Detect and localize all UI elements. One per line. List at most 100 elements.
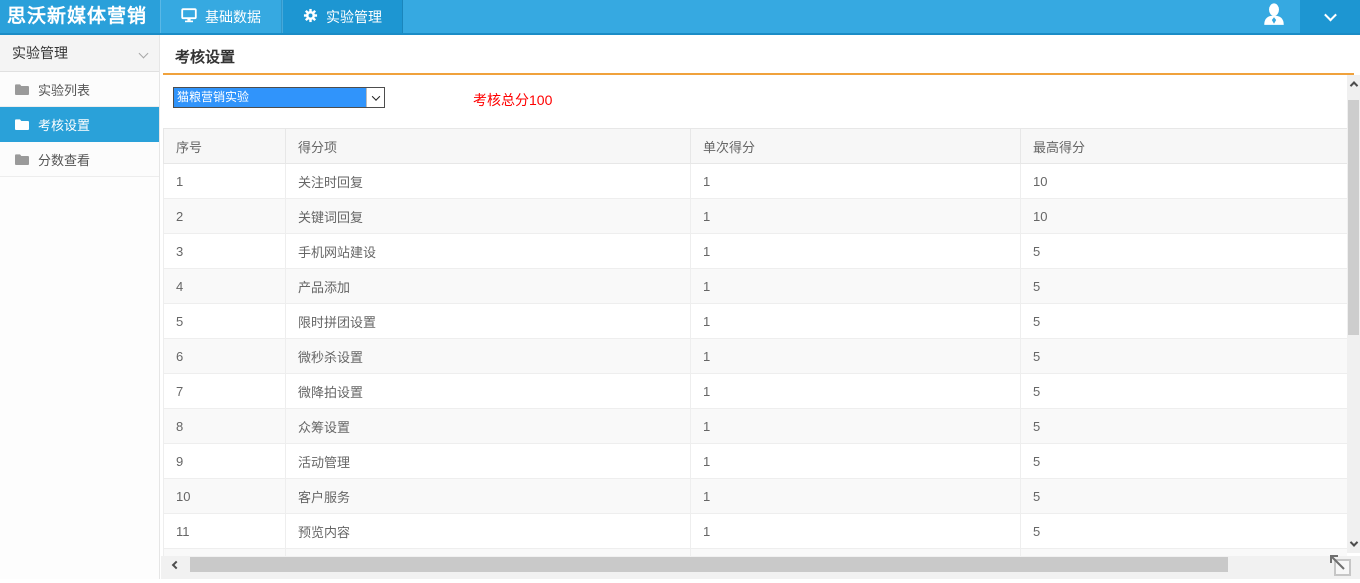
tab-label: 基础数据 [205, 8, 261, 25]
chevron-down-icon [1349, 538, 1358, 547]
table-cell: 1 [690, 303, 1021, 339]
table-row: 1 关注时回复 1 10 [163, 163, 1347, 199]
sidebar-menu: 实验列表考核设置分数查看 [0, 72, 159, 177]
page-title: 考核设置 [175, 49, 236, 66]
table-header-row: 序号 得分项 单次得分 最高得分 [163, 128, 1347, 164]
tab-basic-data[interactable]: 基础数据 [160, 0, 282, 33]
table-cell: 1 [690, 478, 1021, 514]
table-row: 8 众筹设置 1 5 [163, 408, 1347, 444]
sidebar-item-1[interactable]: 考核设置 [0, 107, 159, 142]
table-cell: 产品添加 [285, 268, 691, 304]
table-cell: 9 [163, 443, 286, 479]
column-header: 最高得分 [1020, 128, 1347, 164]
table-cell: 手机网站建设 [285, 233, 691, 269]
table-row: 2 关键词回复 1 10 [163, 198, 1347, 234]
tab-label: 实验管理 [326, 8, 382, 25]
table-cell: 1 [690, 513, 1021, 549]
table-cell: 8 [163, 408, 286, 444]
table-cell: 微降拍设置 [285, 373, 691, 409]
table-cell: 1 [690, 268, 1021, 304]
table-row-partial [163, 548, 1347, 556]
table-cell: 众筹设置 [285, 408, 691, 444]
table-cell: 关注时回复 [285, 163, 691, 199]
table-row: 9 活动管理 1 5 [163, 443, 1347, 479]
scroll-down-button[interactable] [1347, 537, 1360, 551]
table-row: 11 预览内容 1 5 [163, 513, 1347, 549]
sidebar-item-label: 分数查看 [38, 152, 91, 168]
experiment-select[interactable]: 猫粮营销实验 [173, 87, 385, 108]
column-header: 序号 [163, 128, 286, 164]
table-cell: 关键词回复 [285, 198, 691, 234]
table-cell: 10 [163, 478, 286, 514]
table-cell [690, 548, 1021, 556]
table-cell: 5 [163, 303, 286, 339]
vertical-scrollbar-thumb[interactable] [1348, 100, 1359, 335]
table-cell: 5 [1020, 233, 1347, 269]
table-cell: 11 [163, 513, 286, 549]
table-cell: 客户服务 [285, 478, 691, 514]
sidebar-group-experiment-management[interactable]: 实验管理 [0, 35, 159, 72]
chevron-down-icon [371, 91, 380, 101]
tab-experiment-management[interactable]: 实验管理 [282, 0, 403, 33]
table-cell: 5 [1020, 513, 1347, 549]
scrollable-panel: 猫粮营销实验 考核总分100 序号 得分项 单次得分 最高得分 1 关注时回复 1 10 2 关… [161, 75, 1347, 556]
experiment-select-value: 猫粮营销实验 [174, 88, 366, 107]
table-row: 6 微秒杀设置 1 5 [163, 338, 1347, 374]
sidebar-item-label: 实验列表 [38, 82, 91, 98]
score-settings-table: 序号 得分项 单次得分 最高得分 1 关注时回复 1 10 2 关键词回复 1 10 3 手机网站建设 1… [163, 128, 1347, 556]
table-cell: 5 [1020, 478, 1347, 514]
horizontal-scrollbar-thumb[interactable] [190, 557, 1228, 572]
column-header: 得分项 [285, 128, 691, 164]
folder-icon [15, 83, 29, 95]
table-cell: 限时拼团设置 [285, 303, 691, 339]
table-cell: 预览内容 [285, 513, 691, 549]
monitor-icon [181, 7, 197, 26]
chevron-down-icon [138, 48, 149, 58]
folder-icon [15, 153, 29, 165]
table-cell: 活动管理 [285, 443, 691, 479]
main-content: 考核设置 猫粮营销实验 考核总分100 序号 得分项 单次得分 最高得分 1 关注时回复… [161, 35, 1360, 579]
top-navigation-bar: 思沃新媒体营销 基础数据 实验管理 [0, 0, 1360, 35]
table-row: 3 手机网站建设 1 5 [163, 233, 1347, 269]
user-icon [1261, 1, 1287, 32]
table-body: 1 关注时回复 1 10 2 关键词回复 1 10 3 手机网站建设 1 5 4 产品添加 1 5 5 限时拼团设… [163, 163, 1347, 556]
scroll-up-button[interactable] [1347, 77, 1360, 91]
table-cell: 6 [163, 338, 286, 374]
sidebar-item-label: 考核设置 [38, 117, 91, 133]
select-dropdown-button[interactable] [366, 88, 384, 107]
table-cell [1020, 548, 1347, 556]
table-cell: 1 [690, 233, 1021, 269]
horizontal-scrollbar[interactable] [161, 556, 1347, 573]
app-logo: 思沃新媒体营销 [0, 0, 160, 33]
scroll-left-button[interactable] [167, 556, 184, 573]
table-cell: 7 [163, 373, 286, 409]
table-cell [163, 548, 286, 556]
table-cell [285, 548, 691, 556]
table-cell: 4 [163, 268, 286, 304]
table-cell: 5 [1020, 408, 1347, 444]
table-cell: 5 [1020, 373, 1347, 409]
sidebar-item-0[interactable]: 实验列表 [0, 72, 159, 107]
table-cell: 1 [690, 443, 1021, 479]
table-cell: 1 [690, 163, 1021, 199]
folder-icon [15, 118, 29, 130]
sidebar-group-label: 实验管理 [12, 45, 68, 61]
corner-resize-icon[interactable] [1327, 552, 1353, 578]
vertical-scrollbar[interactable] [1347, 75, 1360, 553]
sidebar-item-2[interactable]: 分数查看 [0, 142, 159, 177]
sidebar: 实验管理 实验列表考核设置分数查看 [0, 35, 160, 579]
total-score-label: 考核总分100 [473, 92, 553, 108]
chevron-up-icon [1349, 81, 1358, 90]
table-row: 7 微降拍设置 1 5 [163, 373, 1347, 409]
table-cell: 10 [1020, 163, 1347, 199]
table-cell: 2 [163, 198, 286, 234]
user-menu-button[interactable] [1248, 0, 1300, 33]
table-header-row: 序号 得分项 单次得分 最高得分 [163, 128, 1347, 164]
table-cell: 1 [690, 338, 1021, 374]
table-cell: 1 [690, 198, 1021, 234]
table-row: 5 限时拼团设置 1 5 [163, 303, 1347, 339]
table-cell: 5 [1020, 338, 1347, 374]
account-dropdown-button[interactable] [1300, 0, 1360, 33]
table-cell: 5 [1020, 443, 1347, 479]
